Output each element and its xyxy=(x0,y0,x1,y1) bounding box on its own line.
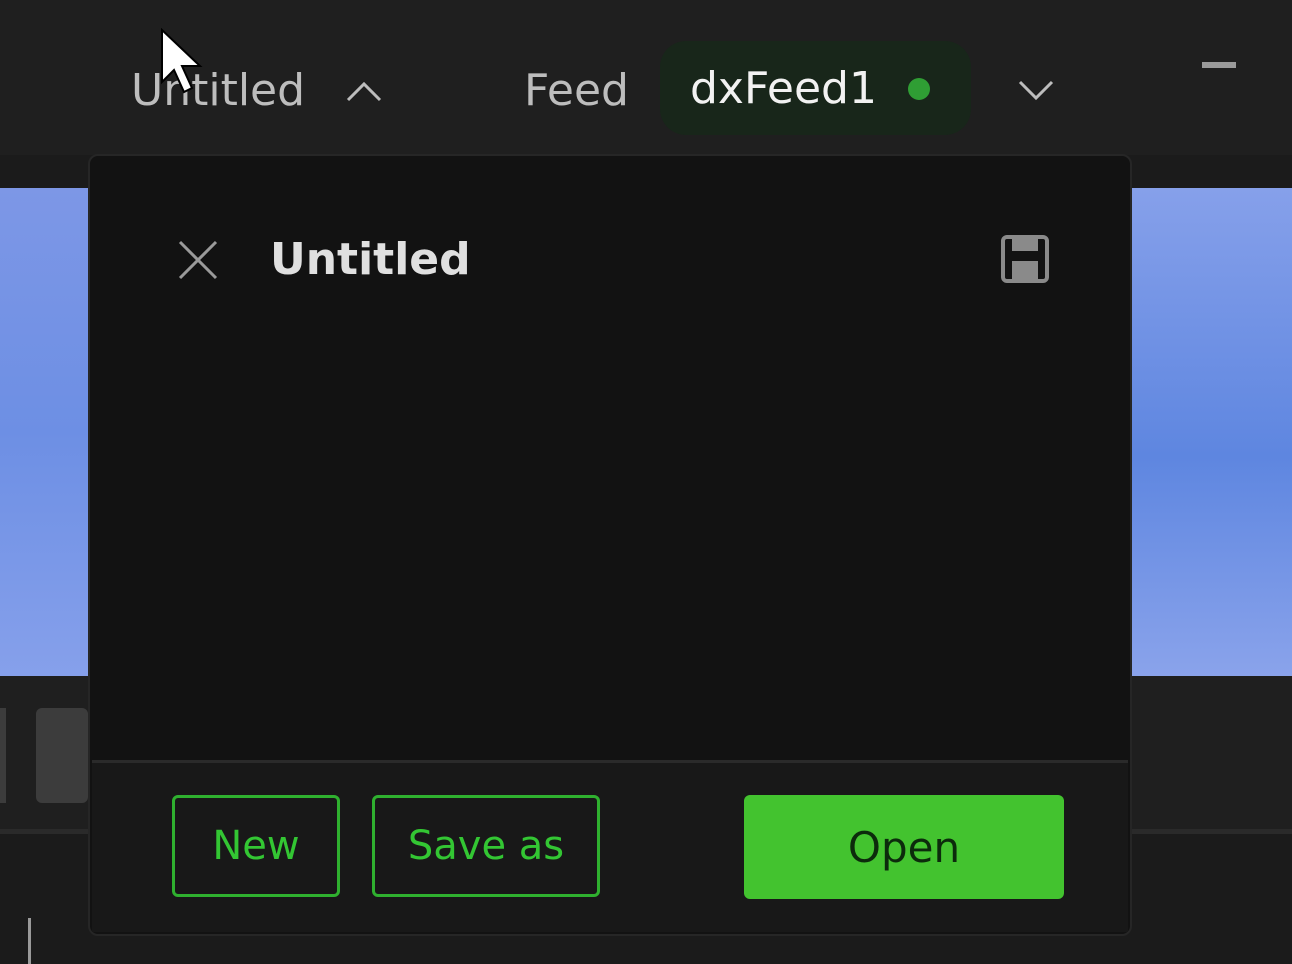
feed-status-dot xyxy=(908,78,930,100)
minimize-icon[interactable] xyxy=(1202,62,1236,68)
background-canvas-left xyxy=(0,188,88,676)
background-toolbar-edge xyxy=(0,708,6,803)
chevron-down-icon[interactable] xyxy=(1014,70,1058,110)
save-as-button[interactable]: Save as xyxy=(372,795,600,897)
timeline-marker xyxy=(28,918,31,964)
popup-title: Untitled xyxy=(270,234,471,285)
close-icon[interactable] xyxy=(176,238,220,282)
feed-label: Feed xyxy=(524,65,629,116)
background-toolbar-button[interactable] xyxy=(36,708,88,803)
open-button[interactable]: Open xyxy=(744,795,1064,899)
feed-name: dxFeed1 xyxy=(690,63,877,114)
new-button[interactable]: New xyxy=(172,795,340,897)
save-icon[interactable] xyxy=(1000,234,1050,284)
mouse-cursor-icon xyxy=(161,28,203,94)
chevron-up-icon[interactable] xyxy=(344,72,384,112)
feed-selector[interactable]: dxFeed1 xyxy=(660,41,971,135)
workspace-popup: Untitled New Save as Open xyxy=(88,154,1132,936)
background-canvas-right xyxy=(1132,188,1292,676)
popup-footer: New Save as Open xyxy=(92,760,1128,932)
workspace-title[interactable]: Untitled xyxy=(131,62,305,120)
